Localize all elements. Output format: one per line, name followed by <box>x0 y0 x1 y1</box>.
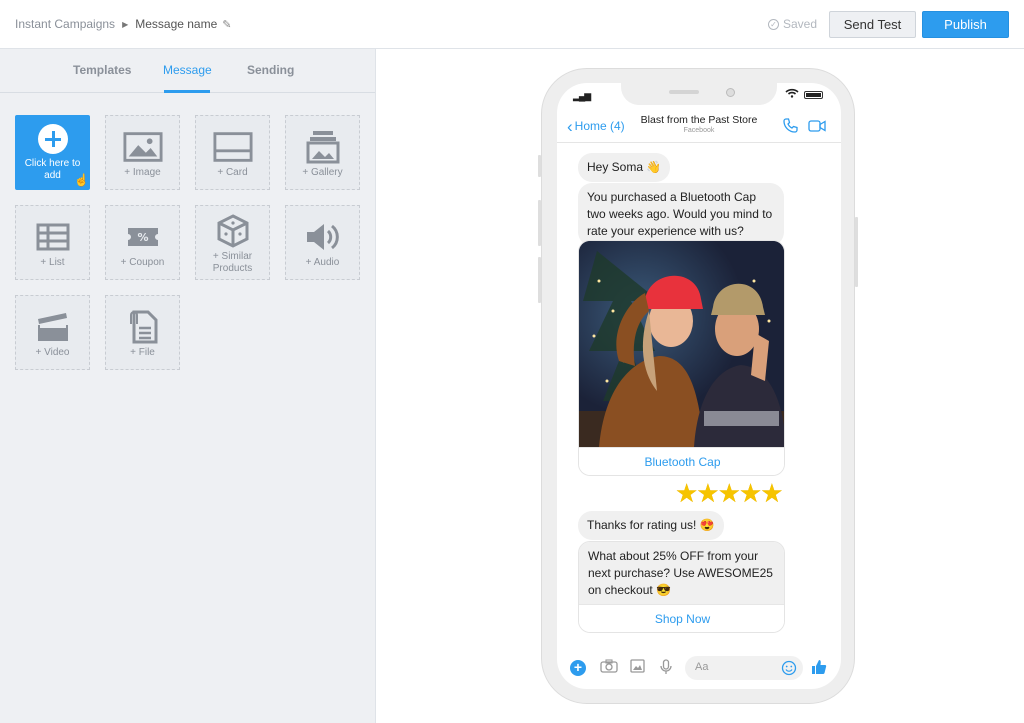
breadcrumb-current[interactable]: Message name <box>135 17 217 31</box>
publish-button[interactable]: Publish <box>922 11 1009 38</box>
shop-now-button[interactable]: Shop Now <box>579 604 784 632</box>
message-bubble-question: You purchased a Bluetooth Cap two weeks … <box>578 183 784 246</box>
clapperboard-icon <box>33 309 73 345</box>
add-list-tile[interactable]: + List <box>15 205 90 280</box>
phone-side-button <box>538 155 541 177</box>
add-image-tile[interactable]: + Image <box>105 115 180 190</box>
store-name: Blast from the Past Store <box>640 114 758 126</box>
saved-label: Saved <box>783 17 818 31</box>
phone-notch <box>621 83 777 105</box>
top-bar: Instant Campaigns ▶ Message name ✎ ✓ Sav… <box>0 0 1024 49</box>
message-input-placeholder: Aa <box>695 661 709 673</box>
file-attachment-icon <box>123 309 163 345</box>
store-platform: Facebook <box>683 127 715 134</box>
add-coupon-label: + Coupon <box>120 256 165 268</box>
tab-templates[interactable]: Templates <box>73 63 131 77</box>
add-card-tile[interactable]: + Card <box>195 115 270 190</box>
plus-icon[interactable]: + <box>570 660 586 676</box>
add-video-label: + Video <box>35 346 70 358</box>
edit-pencil-icon[interactable]: ✎ <box>222 18 231 31</box>
photo-icon[interactable] <box>630 659 645 678</box>
add-audio-label: + Audio <box>305 256 340 268</box>
message-bubble-greeting: Hey Soma 👋 <box>578 153 671 182</box>
svg-text:%: % <box>137 231 148 244</box>
add-coupon-tile[interactable]: % + Coupon <box>105 205 180 280</box>
add-gallery-tile[interactable]: + Gallery <box>285 115 360 190</box>
rating-stars[interactable]: ★★★★★ <box>675 478 784 509</box>
phone-speaker <box>669 90 699 94</box>
message-composer: + Aa <box>557 651 841 689</box>
phone-side-button <box>538 200 541 246</box>
bluetooth-cap-button[interactable]: Bluetooth Cap <box>579 447 784 475</box>
product-card: Bluetooth Cap <box>578 240 785 476</box>
tab-sending[interactable]: Sending <box>247 63 294 77</box>
check-circle-icon: ✓ <box>768 18 779 30</box>
image-icon <box>122 129 163 165</box>
cube-icon <box>213 213 253 249</box>
thumbs-up-icon[interactable] <box>811 659 827 680</box>
offer-card: What about 25% OFF from your next purcha… <box>578 541 785 633</box>
phone-camera <box>726 88 735 97</box>
signal-icon: ▂▄▆ <box>573 91 591 101</box>
battery-icon <box>804 91 823 99</box>
phone-call-icon[interactable] <box>783 118 798 138</box>
video-call-icon[interactable] <box>808 119 826 137</box>
add-image-label: + Image <box>124 166 161 178</box>
phone-side-button <box>855 217 858 287</box>
emoji-icon[interactable] <box>781 660 797 681</box>
camera-icon[interactable] <box>600 659 618 678</box>
breadcrumb: Instant Campaigns ▶ Message name ✎ <box>15 17 231 31</box>
list-icon <box>33 219 73 255</box>
builder-panel: Templates Message Sending Click here to … <box>0 49 376 723</box>
card-icon <box>212 129 253 165</box>
offer-text: What about 25% OFF from your next purcha… <box>579 542 784 604</box>
add-file-label: + File <box>130 346 155 358</box>
coupon-icon: % <box>123 219 163 255</box>
plus-icon <box>37 123 68 154</box>
add-gallery-label: + Gallery <box>302 166 343 178</box>
builder-tabs: Templates Message Sending <box>0 49 375 93</box>
gallery-icon <box>303 129 343 165</box>
active-tab-indicator <box>164 90 210 93</box>
send-test-button[interactable]: Send Test <box>829 11 916 38</box>
wifi-icon <box>785 88 799 101</box>
speaker-icon <box>303 219 343 255</box>
tab-message[interactable]: Message <box>163 63 212 77</box>
add-audio-tile[interactable]: + Audio <box>285 205 360 280</box>
add-video-tile[interactable]: + Video <box>15 295 90 370</box>
breadcrumb-root[interactable]: Instant Campaigns <box>15 17 115 31</box>
phone-preview: ▂▄▆ ‹ Home (4) Blast from the Past Store … <box>538 68 858 704</box>
add-file-tile[interactable]: + File <box>105 295 180 370</box>
phone-side-button <box>538 257 541 303</box>
hand-cursor-icon: ☝ <box>74 173 89 187</box>
messenger-header: ‹ Home (4) Blast from the Past Store Face… <box>557 107 841 143</box>
add-similar-products-tile[interactable]: + Similar Products <box>195 205 270 280</box>
breadcrumb-separator-icon: ▶ <box>122 19 129 29</box>
back-label: Home (4) <box>574 119 625 133</box>
saved-status: ✓ Saved <box>768 17 817 31</box>
add-similar-products-label: + Similar Products <box>212 250 253 274</box>
microphone-icon[interactable] <box>660 659 672 680</box>
add-list-label: + List <box>40 256 65 268</box>
add-card-label: + Card <box>217 166 248 178</box>
product-photo <box>579 241 784 447</box>
phone-screen: ▂▄▆ ‹ Home (4) Blast from the Past Store … <box>557 83 841 689</box>
chevron-left-icon: ‹ <box>567 117 573 136</box>
message-bubble-thanks: Thanks for rating us! 😍 <box>578 511 724 540</box>
message-input[interactable]: Aa <box>685 656 803 680</box>
back-button[interactable]: ‹ Home (4) <box>567 117 625 137</box>
